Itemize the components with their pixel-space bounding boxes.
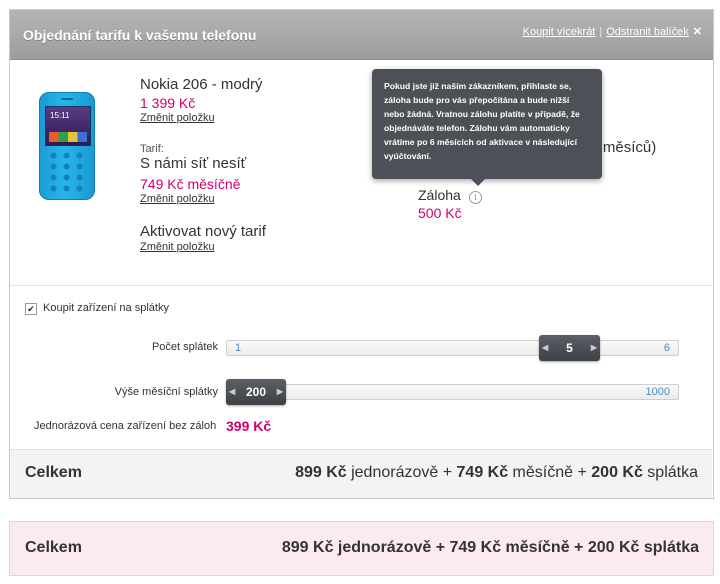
panel-title: Objednání tarifu k vašemu telefonu [23,27,257,43]
phone-screen-tiles [49,132,87,142]
product-price: 1 399 Kč [140,95,196,111]
change-activation-link[interactable]: Změnit položku [140,241,215,253]
installment-amount-slider[interactable]: 1000 [226,384,679,400]
phone-image: 15:11 [39,92,95,200]
deposit-tooltip: Pokud jste již naším zákazníkem, přihlas… [372,69,602,186]
phone-keypad [47,150,87,194]
installment-amount-label: Výše měsíční splátky [114,386,218,398]
tariff-price: 749 Kč měsíčně [140,176,241,192]
section-divider [10,285,712,286]
chevron-right-icon: ▶ [276,387,283,396]
total-summary: Celkem 899 Kč jednorázově + 749 Kč měsíč… [10,449,712,498]
tooltip-text: Pokud jste již naším zákazníkem, přihlas… [384,81,580,161]
installment-count-value: 5 [566,341,573,355]
installments-checkbox[interactable]: ✔ [25,303,37,315]
count-min-tick: 1 [235,342,242,354]
tooltip-arrow [471,179,485,186]
activation-title: Aktivovat nový tarif [140,223,266,240]
installment-count-slider[interactable]: 1 6 [226,340,679,356]
total-label: Celkem [25,464,82,481]
info-icon[interactable]: i [469,191,482,204]
total-one-time-amount: 899 Kč [295,464,347,481]
tariff-label: Tarif: [140,143,164,155]
count-max-tick: 6 [663,342,670,354]
total-value: 899 Kč jednorázově + 749 Kč měsíčně + 20… [295,464,698,482]
one-time-price-label: Jednorázová cena zařízení bez záloh [34,420,217,432]
installment-amount-handle[interactable]: ◀ 200 ▶ [226,379,286,405]
remove-package-link[interactable]: Odstranit balíček [606,26,689,38]
close-icon[interactable]: ✕ [693,26,702,38]
header-links: Koupit vícekrát | Odstranit balíček ✕ [523,25,702,38]
installment-count-handle[interactable]: ◀ 5 ▶ [539,335,600,361]
total-highlight-label: Celkem [25,539,82,556]
chevron-left-icon: ◀ [229,387,236,396]
total-monthly-text: měsíčně + [508,464,592,481]
product-name: Nokia 206 - modrý [140,76,263,93]
installments-checkbox-label: Koupit zařízení na splátky [43,302,169,314]
total-installment-text: splátka [642,464,698,481]
total-summary-highlight: Celkem 899 Kč jednorázově + 749 Kč měsíč… [9,521,714,576]
change-product-link[interactable]: Změnit položku [140,112,215,124]
total-one-time-text: jednorázově + [346,464,457,481]
chevron-left-icon: ◀ [542,343,549,352]
total-installment-amount: 200 Kč [591,464,643,481]
panel-header: Objednání tarifu k vašemu telefonu Koupi… [10,10,713,60]
phone-speaker [61,98,73,100]
deposit-value: 500 Kč [418,205,462,221]
tariff-name: S námi síť nesíť [140,155,247,172]
chevron-right-icon: ▶ [590,343,597,352]
installment-amount-value: 200 [245,385,267,399]
total-monthly-amount: 749 Kč [456,464,509,481]
phone-screen-time: 15:11 [50,111,70,120]
buy-more-link[interactable]: Koupit vícekrát [523,26,596,38]
link-separator: | [599,26,603,38]
amount-max-tick: 1000 [645,386,670,398]
one-time-price-value: 399 Kč [226,418,272,434]
total-highlight-value: 899 Kč jednorázově + 749 Kč měsíčně + 20… [281,539,699,556]
change-tariff-link[interactable]: Změnit položku [140,193,215,205]
phone-screen: 15:11 [45,106,91,146]
deposit-label: Záloha [418,187,461,203]
installment-count-label: Počet splátek [151,341,218,353]
